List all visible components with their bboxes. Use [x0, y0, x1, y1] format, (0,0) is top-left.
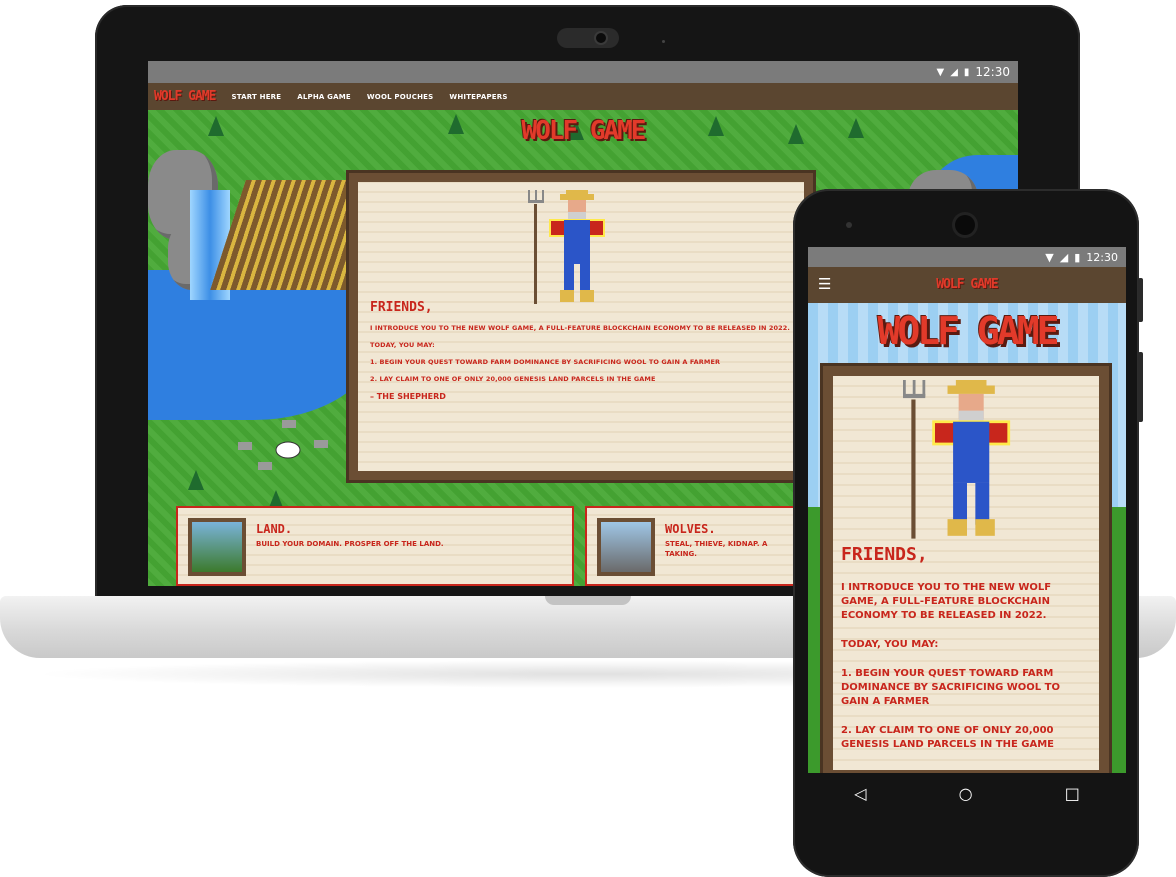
notice-line-intro: I INTRODUCE YOU TO THE NEW WOLF GAME, A …	[370, 324, 790, 332]
farmer-icon	[528, 190, 605, 304]
notice-signature: – THE SHEPHERD	[370, 392, 446, 401]
nav-link-whitepapers[interactable]: WHITEPAPERS	[449, 93, 507, 101]
farmer-icon	[903, 380, 1011, 539]
laptop-notch	[545, 596, 631, 605]
land-thumbnail	[188, 518, 246, 576]
phone-status-bar: ▼ ◢ ▮ 12:30	[808, 247, 1126, 267]
tree-icon	[208, 116, 224, 136]
site-logo[interactable]: WOLF GAME	[154, 89, 216, 104]
phone-grass-right	[1110, 507, 1126, 773]
phone-notice-heading: FRIENDS,	[841, 544, 928, 565]
phone-power-button	[1138, 278, 1143, 322]
tree-icon	[188, 470, 204, 490]
phone-screen: ▼ ◢ ▮ 12:30 ☰ WOLF GAME WOLF GAME FRIEND…	[808, 247, 1126, 773]
phone-notice-parchment: FRIENDS, I INTRODUCE YOU TO THE NEW WOLF…	[833, 376, 1099, 770]
land-card-desc: BUILD YOUR DOMAIN. PROSPER OFF THE LAND.	[256, 540, 444, 548]
nav-link-wool-pouches[interactable]: WOOL POUCHES	[367, 93, 434, 101]
battery-icon: ▮	[1074, 250, 1081, 264]
tree-icon	[708, 116, 724, 136]
phone-site-header: ☰ WOLF GAME	[808, 267, 1126, 303]
wolves-thumbnail	[597, 518, 655, 576]
device-mockup-stage: ▼ ◢ ▮ 12:30 WOLF GAME START HERE ALPHA G…	[0, 0, 1176, 877]
wolves-card-title: WOLVES.	[665, 522, 716, 536]
recents-icon[interactable]: □	[1065, 784, 1080, 803]
tree-icon	[848, 118, 864, 138]
river	[148, 270, 378, 420]
site-navbar: WOLF GAME START HERE ALPHA GAME WOOL POU…	[148, 83, 1018, 110]
signal-icon: ◢	[1059, 250, 1069, 264]
laptop-sensor-dot	[662, 40, 665, 43]
phone-camera-icon	[955, 215, 975, 235]
android-nav-bar: ◁ ○ □	[808, 773, 1126, 813]
wifi-icon: ▼	[936, 66, 945, 78]
phone-notice-line-today: TODAY, YOU MAY:	[841, 639, 939, 650]
phone-notice-line-quest: 1. BEGIN YOUR QUEST TOWARD FARM DOMINANC…	[841, 668, 1060, 707]
phone-hero-title: WOLF GAME	[877, 309, 1060, 353]
notice-line-land: 2. LAY CLAIM TO ONE OF ONLY 20,000 GENES…	[370, 375, 656, 383]
welcome-notice-board: FRIENDS, I INTRODUCE YOU TO THE NEW WOLF…	[346, 170, 816, 483]
wolves-card-desc: STEAL, THIEVE, KIDNAP. A TAKING.	[665, 540, 768, 558]
laptop-camera-housing	[557, 28, 619, 48]
status-time: 12:30	[975, 65, 1010, 79]
land-card-title: LAND.	[256, 522, 293, 536]
back-icon[interactable]: ◁	[854, 784, 866, 803]
nav-link-alpha-game[interactable]: ALPHA GAME	[297, 93, 351, 101]
notice-parchment: FRIENDS, I INTRODUCE YOU TO THE NEW WOLF…	[358, 182, 804, 471]
phone-sensor	[846, 222, 852, 228]
notice-line-today: TODAY, YOU MAY:	[370, 341, 435, 349]
hero-title: WOLF GAME	[521, 116, 647, 146]
signal-icon: ◢	[950, 66, 958, 78]
notice-line-quest: 1. BEGIN YOUR QUEST TOWARD FARM DOMINANC…	[370, 358, 721, 366]
laptop-camera-icon	[596, 33, 606, 43]
laptop-status-bar: ▼ ◢ ▮ 12:30	[148, 61, 1018, 83]
tree-icon	[788, 124, 804, 144]
tree-icon	[448, 114, 464, 134]
home-icon[interactable]: ○	[959, 784, 973, 803]
phone-site-logo[interactable]: WOLF GAME	[808, 277, 1126, 292]
phone-notice-line-land: 2. LAY CLAIM TO ONE OF ONLY 20,000 GENES…	[841, 725, 1054, 750]
status-time: 12:30	[1086, 250, 1118, 264]
battery-icon: ▮	[963, 66, 970, 78]
nav-link-start-here[interactable]: START HERE	[231, 93, 281, 101]
land-card[interactable]: LAND. BUILD YOUR DOMAIN. PROSPER OFF THE…	[176, 506, 574, 586]
phone-volume-button	[1138, 352, 1143, 422]
sheep-and-wolves-icon	[238, 420, 328, 470]
phone-notice-line-intro: I INTRODUCE YOU TO THE NEW WOLF GAME, A …	[841, 582, 1052, 621]
phone-notice-board: FRIENDS, I INTRODUCE YOU TO THE NEW WOLF…	[820, 363, 1112, 773]
wifi-icon: ▼	[1045, 250, 1054, 264]
